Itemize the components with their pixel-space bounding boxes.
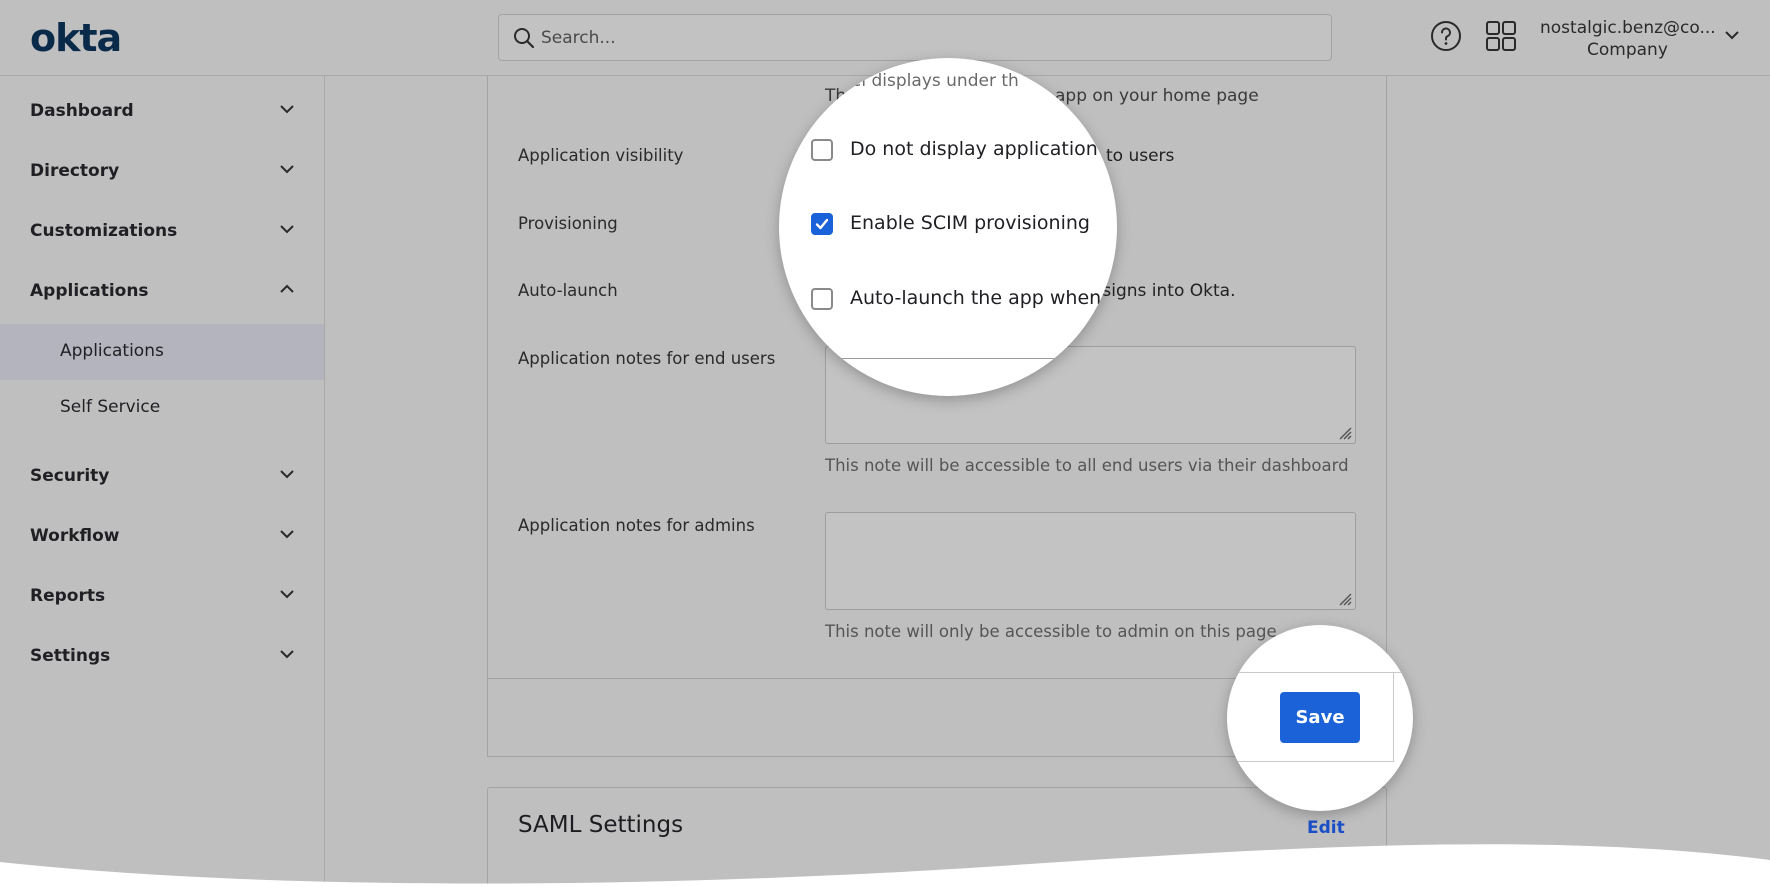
autolaunch-option-label[interactable]: Auto-launch the app when u xyxy=(850,287,1117,309)
sidebar-subitem-applications[interactable]: Applications xyxy=(0,324,324,380)
notes-textarea-edge xyxy=(824,358,1117,396)
sidebar-item-label: Reports xyxy=(30,586,106,606)
resize-grip-icon[interactable] xyxy=(1336,424,1352,440)
chevron-down-icon xyxy=(280,650,294,659)
visibility-label: Application visibility xyxy=(518,146,684,165)
sidebar-item-directory[interactable]: Directory xyxy=(0,144,324,200)
sidebar-item-label: Dashboard xyxy=(30,101,134,121)
enable-scim-label[interactable]: Enable SCIM provisioning xyxy=(850,212,1090,234)
help-icon[interactable] xyxy=(1430,20,1462,52)
sidebar-item-applications[interactable]: Applications xyxy=(0,264,324,320)
enable-scim-checkbox[interactable] xyxy=(811,213,833,235)
checkbox-spotlight: label displays under th Do not display a… xyxy=(779,58,1117,396)
sidebar-item-label: Directory xyxy=(30,161,120,181)
autolaunch-checkbox[interactable] xyxy=(811,288,833,310)
sidebar-item-label: Customizations xyxy=(30,221,178,241)
sidebar-item-reports[interactable]: Reports xyxy=(0,569,324,625)
user-menu-chevron-down-icon[interactable] xyxy=(1724,30,1740,40)
chevron-down-icon xyxy=(280,470,294,479)
top-header: okta nostalgic.benz@co... Company xyxy=(0,0,1770,76)
sidebar-subitem-self-service[interactable]: Self Service xyxy=(0,380,324,436)
search-input[interactable] xyxy=(541,23,1301,53)
checkmark-icon xyxy=(815,218,829,230)
sidebar-item-workflow[interactable]: Workflow xyxy=(0,509,324,565)
app-label-help-right: app on your home page xyxy=(1055,86,1259,106)
sidebar-item-settings[interactable]: Settings xyxy=(0,629,324,685)
sidebar-item-customizations[interactable]: Customizations xyxy=(0,204,324,260)
save-spotlight: Save xyxy=(1227,625,1413,811)
chevron-up-icon xyxy=(280,284,294,293)
footer-bottom-edge xyxy=(1227,761,1393,762)
chevron-down-icon xyxy=(280,165,294,174)
hide-app-icon-checkbox[interactable] xyxy=(811,139,833,161)
app-grid-icon[interactable] xyxy=(1485,20,1517,52)
sidebar-item-dashboard[interactable]: Dashboard xyxy=(0,84,324,140)
save-button[interactable]: Save xyxy=(1280,692,1360,743)
sidebar-subitem-label: Self Service xyxy=(60,397,161,417)
sidebar-item-label: Workflow xyxy=(30,526,120,546)
notes-admins-textarea[interactable] xyxy=(825,512,1356,610)
notes-admins-help: This note will only be accessible to adm… xyxy=(825,622,1277,641)
notes-end-users-label: Application notes for end users xyxy=(518,349,776,368)
user-name[interactable]: nostalgic.benz@co... xyxy=(1540,18,1716,38)
notes-end-users-help: This note will be accessible to all end … xyxy=(825,456,1349,475)
bottom-wave-decoration xyxy=(0,844,1770,887)
provisioning-label: Provisioning xyxy=(518,214,618,233)
sidebar-item-label: Security xyxy=(30,466,110,486)
search-box[interactable] xyxy=(498,14,1332,61)
resize-grip-icon[interactable] xyxy=(1336,590,1352,606)
app-label-help-zoomed: label displays under th xyxy=(825,71,1019,91)
chevron-down-icon xyxy=(280,530,294,539)
sidebar-item-label: Settings xyxy=(30,646,111,666)
user-org[interactable]: Company xyxy=(1587,40,1668,60)
chevron-down-icon xyxy=(280,225,294,234)
autolaunch-label: Auto-launch xyxy=(518,281,618,300)
chevron-down-icon xyxy=(280,590,294,599)
search-icon xyxy=(514,28,535,49)
sidebar-item-security[interactable]: Security xyxy=(0,449,324,505)
okta-logo[interactable]: okta xyxy=(30,16,122,60)
sidebar-item-label: Applications xyxy=(30,281,149,301)
chevron-down-icon xyxy=(280,105,294,114)
hide-app-icon-label[interactable]: Do not display application ic xyxy=(850,138,1117,160)
footer-divider xyxy=(1227,672,1413,673)
sidebar-subitem-label: Applications xyxy=(60,341,164,361)
notes-admins-label: Application notes for admins xyxy=(518,516,755,535)
footer-edge xyxy=(1393,672,1394,762)
